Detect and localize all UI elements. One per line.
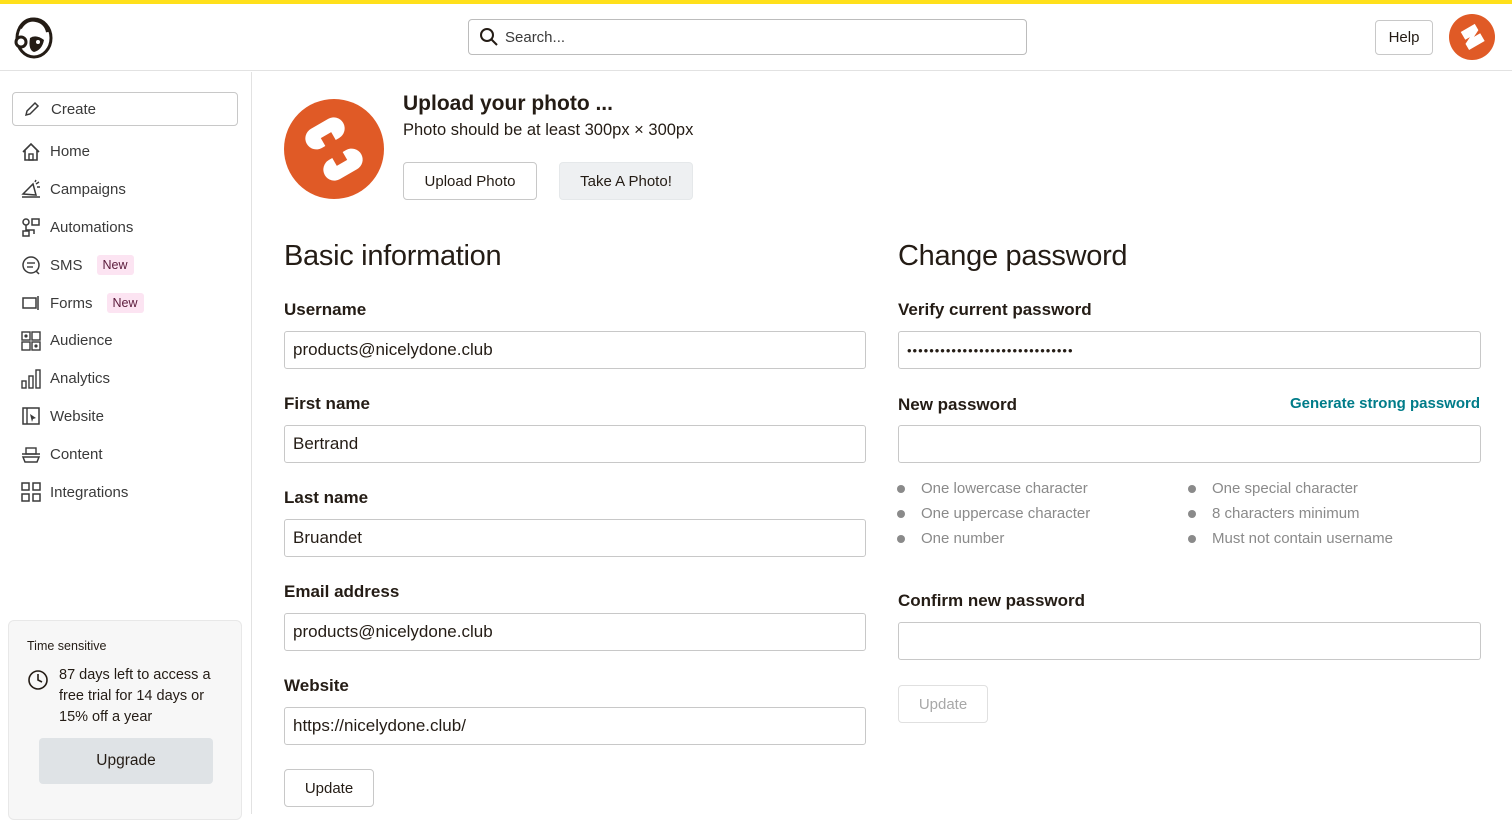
- sidebar: Create Home Campaigns Automations SMS Ne…: [0, 72, 252, 820]
- first-name-label: First name: [284, 394, 370, 413]
- home-icon: [22, 142, 40, 161]
- integrations-icon: [21, 482, 41, 502]
- requirement-text: One special character: [1212, 480, 1358, 497]
- first-name-field[interactable]: [284, 425, 866, 463]
- sidebar-item-label: Analytics: [50, 370, 111, 388]
- sidebar-item-integrations[interactable]: Integrations: [20, 473, 240, 511]
- bullet-dot: [1188, 484, 1196, 493]
- upload-photo-subtitle: Photo should be at least 300px × 300px: [403, 121, 694, 139]
- upload-photo-title: Upload your photo ...: [403, 92, 613, 115]
- sidebar-item-label: Audience: [50, 332, 113, 350]
- new-password-label: New password: [898, 395, 1018, 414]
- bullet-dot: [1188, 534, 1196, 543]
- email-label: Email address: [284, 582, 400, 601]
- trial-promo-card: Time sensitive 87 days left to access a …: [8, 620, 242, 820]
- sidebar-item-campaigns[interactable]: Campaigns: [20, 171, 240, 209]
- search-input[interactable]: [505, 28, 1005, 46]
- sidebar-item-sms[interactable]: SMS New: [20, 246, 240, 284]
- content-icon: [21, 447, 41, 464]
- sidebar-item-label: SMS: [50, 256, 83, 274]
- sidebar-item-website[interactable]: Website: [20, 398, 240, 436]
- clock-icon: [28, 670, 48, 690]
- mailchimp-logo-icon[interactable]: [12, 14, 56, 60]
- create-label: Create: [51, 100, 97, 118]
- last-name-field[interactable]: [284, 519, 866, 557]
- bullet-dot: [1188, 509, 1196, 518]
- confirm-password-field[interactable]: [898, 622, 1481, 660]
- sidebar-item-automations[interactable]: Automations: [20, 209, 240, 247]
- username-label: Username: [284, 300, 367, 319]
- password-update-button[interactable]: Update: [898, 685, 988, 723]
- sidebar-item-analytics[interactable]: Analytics: [20, 360, 240, 398]
- sidebar-item-label: Integrations: [50, 483, 129, 501]
- username-field[interactable]: [284, 331, 866, 369]
- sidebar-item-label: Home: [50, 143, 91, 161]
- sidebar-item-label: Campaigns: [50, 181, 126, 199]
- upload-photo-button[interactable]: Upload Photo: [403, 162, 537, 200]
- promo-title: Time sensitive: [27, 639, 107, 653]
- requirement-item: One special character: [1188, 480, 1358, 497]
- new-badge: New: [96, 255, 134, 276]
- take-photo-button[interactable]: Take A Photo!: [559, 162, 693, 200]
- sidebar-item-content[interactable]: Content: [20, 435, 240, 473]
- requirement-text: One number: [921, 530, 1005, 547]
- basic-update-button[interactable]: Update: [284, 769, 374, 807]
- automations-icon: [22, 218, 40, 238]
- search-icon: [480, 28, 498, 46]
- basic-info-heading: Basic information: [284, 240, 502, 272]
- website-field[interactable]: [284, 707, 866, 745]
- requirement-item: Must not contain username: [1188, 530, 1393, 547]
- website-icon: [22, 407, 40, 426]
- website-label: Website: [284, 676, 349, 695]
- confirm-password-label: Confirm new password: [898, 591, 1086, 610]
- requirement-text: 8 characters minimum: [1212, 505, 1360, 522]
- sidebar-nav: Home Campaigns Automations SMS New Forms…: [20, 133, 240, 511]
- top-bar: Help: [0, 4, 1512, 71]
- requirement-text: One uppercase character: [921, 505, 1091, 522]
- forms-icon: [22, 296, 39, 311]
- sidebar-item-label: Automations: [50, 218, 134, 236]
- sidebar-item-label: Website: [50, 407, 104, 425]
- requirement-text: Must not contain username: [1212, 530, 1393, 547]
- pencil-icon: [24, 101, 40, 117]
- change-password-heading: Change password: [898, 240, 1128, 272]
- audience-icon: [21, 331, 41, 351]
- account-avatar-icon[interactable]: [1449, 14, 1495, 60]
- help-button[interactable]: Help: [1375, 20, 1433, 55]
- requirement-item: One lowercase character: [897, 480, 1088, 497]
- search-bar[interactable]: [468, 19, 1027, 55]
- email-field[interactable]: [284, 613, 866, 651]
- generate-password-link[interactable]: Generate strong password: [1290, 395, 1480, 412]
- create-button[interactable]: Create: [12, 92, 238, 126]
- new-badge: New: [106, 293, 144, 314]
- sidebar-item-forms[interactable]: Forms New: [20, 284, 240, 322]
- megaphone-icon: [21, 179, 40, 198]
- sidebar-item-audience[interactable]: Audience: [20, 322, 240, 360]
- verify-password-field[interactable]: [898, 331, 1481, 369]
- sidebar-item-label: Content: [50, 445, 103, 463]
- bullet-dot: [897, 534, 905, 543]
- sidebar-item-label: Forms: [50, 294, 93, 312]
- verify-password-label: Verify current password: [898, 300, 1092, 319]
- requirement-item: One number: [897, 530, 1004, 547]
- requirement-item: 8 characters minimum: [1188, 505, 1360, 522]
- sms-icon: [22, 256, 40, 275]
- upgrade-button[interactable]: Upgrade: [39, 738, 213, 784]
- profile-photo-avatar: [284, 99, 384, 199]
- last-name-label: Last name: [284, 488, 369, 507]
- sidebar-item-home[interactable]: Home: [20, 133, 240, 171]
- analytics-icon: [21, 368, 41, 389]
- bullet-dot: [897, 484, 905, 493]
- new-password-field[interactable]: [898, 425, 1481, 463]
- bullet-dot: [897, 509, 905, 518]
- requirement-item: One uppercase character: [897, 505, 1090, 522]
- requirement-text: One lowercase character: [921, 480, 1088, 497]
- promo-text: 87 days left to access a free trial for …: [59, 667, 211, 725]
